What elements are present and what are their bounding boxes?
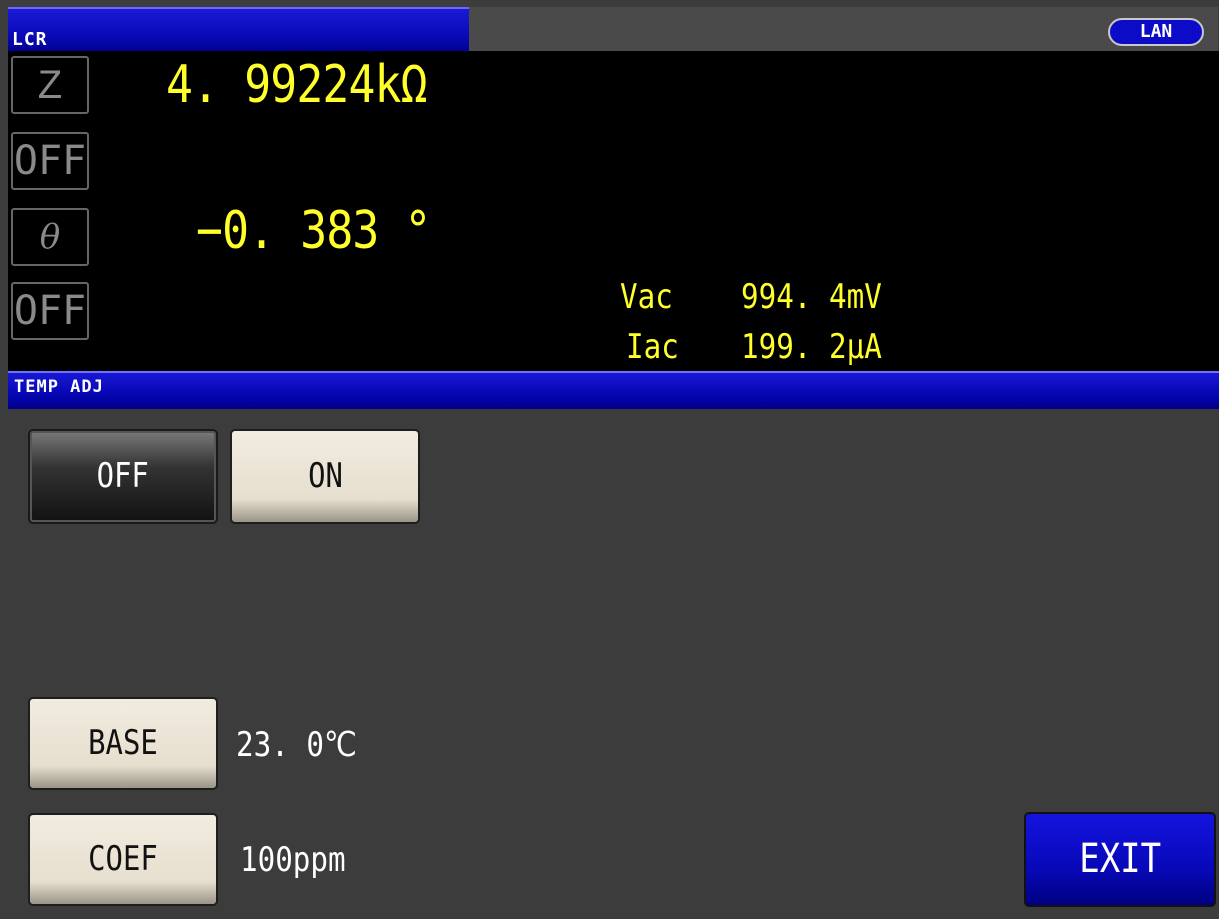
exit-button-label: EXIT <box>1079 836 1161 882</box>
iac-label: Iac <box>626 327 679 367</box>
coef-button-label: COEF <box>88 839 158 879</box>
measurement-display: Z 4. 99224kΩ OFF θ −0. 383 ° OFF Vac 994… <box>8 51 1219 371</box>
coef-button[interactable]: COEF <box>28 813 218 906</box>
base-button-label: BASE <box>88 723 158 763</box>
lan-status-badge[interactable]: LAN <box>1108 18 1204 46</box>
param3-label: θ <box>11 208 89 266</box>
vac-value: 994. 4mV <box>741 277 882 317</box>
exit-button[interactable]: EXIT <box>1024 812 1216 907</box>
base-value: 23. 0℃ <box>236 725 357 765</box>
iac-value: 199. 2μA <box>741 327 882 367</box>
param3-value: −0. 383 ° <box>196 201 431 261</box>
section-title: TEMP ADJ <box>14 377 104 397</box>
on-button-label: ON <box>307 456 343 496</box>
off-button-label: OFF <box>96 456 150 496</box>
header-status-bar: LAN <box>469 7 1218 51</box>
section-title-bar: TEMP ADJ <box>8 371 1219 409</box>
base-button[interactable]: BASE <box>28 697 218 790</box>
param2-label: OFF <box>11 132 89 190</box>
param4-label: OFF <box>11 282 89 340</box>
temp-adj-off-button[interactable]: OFF <box>28 429 218 524</box>
temp-adj-on-button[interactable]: ON <box>230 429 420 524</box>
vac-label: Vac <box>620 277 673 317</box>
param1-label: Z <box>11 56 89 114</box>
temp-adj-panel: OFF ON BASE 23. 0℃ COEF 100ppm EXIT <box>8 409 1219 919</box>
param1-value: 4. 99224kΩ <box>166 55 428 115</box>
mode-title: LCR <box>12 29 48 50</box>
coef-value: 100ppm <box>240 840 346 880</box>
mode-title-bar: LCR <box>8 7 469 53</box>
